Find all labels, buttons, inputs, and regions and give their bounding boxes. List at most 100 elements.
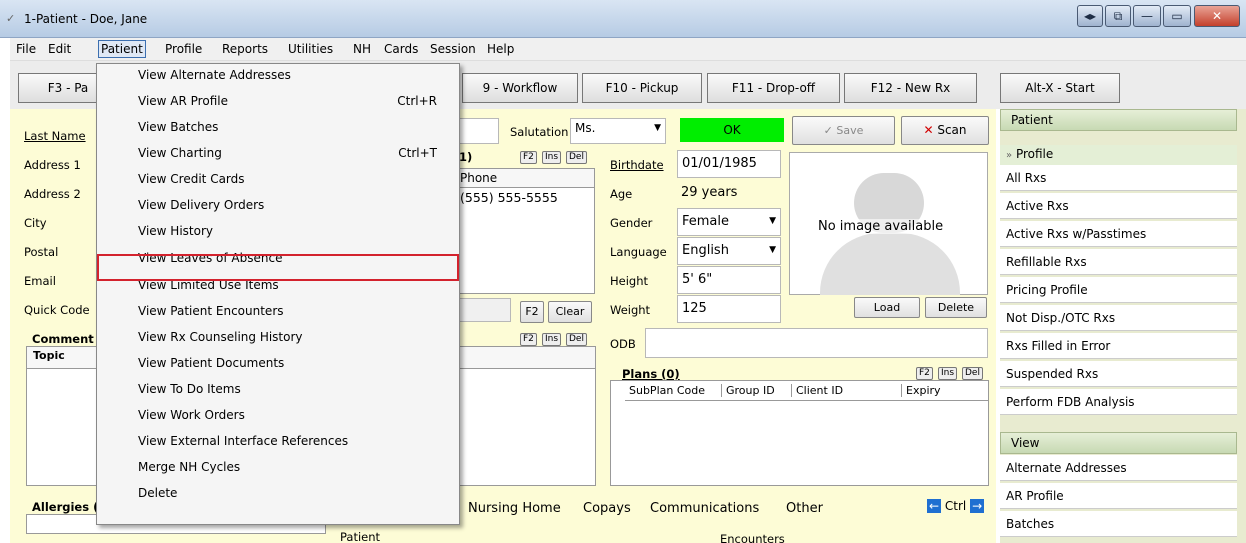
menu-item-view-to-do-items[interactable]: View To Do Items: [97, 375, 459, 401]
menu-session[interactable]: Session: [430, 42, 476, 56]
panel-item-alternate-addresses[interactable]: Alternate Addresses: [1000, 455, 1237, 481]
tab-nursing-home[interactable]: Nursing Home: [468, 496, 561, 522]
menu-item-view-work-orders[interactable]: View Work Orders: [97, 401, 459, 427]
arrow-right-icon[interactable]: →: [970, 499, 985, 513]
phone-cell[interactable]: (555) 555-5555: [460, 188, 594, 207]
menu-utilities[interactable]: Utilities: [288, 42, 333, 56]
panel-item-active-rxs-passtimes[interactable]: Active Rxs w/Passtimes: [1000, 221, 1237, 247]
panel-item-active-rxs[interactable]: Active Rxs: [1000, 193, 1237, 219]
panel-item-fdb-analysis[interactable]: Perform FDB Analysis: [1000, 389, 1237, 415]
f11-dropoff-button[interactable]: F11 - Drop-off: [707, 73, 840, 103]
address1-label: Address 1: [24, 158, 81, 172]
comments-f2-button[interactable]: F2: [520, 333, 537, 346]
weight-label: Weight: [610, 303, 651, 317]
alt-x-start-button[interactable]: Alt-X - Start: [1000, 73, 1120, 103]
menu-edit[interactable]: Edit: [48, 42, 71, 56]
last-name-input[interactable]: [459, 118, 499, 144]
menu-item-label: Delete: [138, 486, 178, 500]
menu-nh[interactable]: NH: [353, 42, 371, 56]
no-image-text: No image available: [818, 219, 944, 234]
menu-item-label: View Patient Documents: [138, 356, 285, 370]
salutation-select[interactable]: Ms. ▼: [570, 118, 666, 144]
menu-item-label: View History: [138, 224, 213, 238]
f9-workflow-button[interactable]: 9 - Workflow: [462, 73, 578, 103]
city-label: City: [24, 216, 47, 230]
panel-item-batches[interactable]: Batches: [1000, 511, 1237, 537]
tile-button[interactable]: ⧉: [1105, 5, 1131, 27]
panel-header-view[interactable]: View: [1000, 432, 1237, 454]
phone-f2-button[interactable]: F2: [520, 151, 537, 164]
plans-f2-button[interactable]: F2: [916, 367, 933, 380]
patient-photo: No image available: [789, 152, 988, 295]
odb-input[interactable]: [645, 328, 988, 358]
menu-item-view-ar-profile[interactable]: View AR Profile Ctrl+R: [97, 87, 459, 113]
gender-label: Gender: [610, 216, 653, 230]
load-photo-button[interactable]: Load: [854, 297, 920, 318]
tab-copays[interactable]: Copays: [583, 496, 631, 522]
panel-header-patient[interactable]: Patient: [1000, 109, 1237, 131]
menu-item-view-rx-counseling-history[interactable]: View Rx Counseling History: [97, 323, 459, 349]
panel-item-not-disp-otc[interactable]: Not Disp./OTC Rxs: [1000, 305, 1237, 331]
profile-header-label: Profile: [1015, 147, 1054, 161]
menu-item-label: View Work Orders: [138, 408, 245, 422]
menu-item-view-charting[interactable]: View Charting Ctrl+T: [97, 139, 459, 165]
menu-patient[interactable]: Patient: [98, 40, 146, 58]
maximize-button[interactable]: ▭: [1163, 5, 1191, 27]
arrow-left-icon[interactable]: ←: [927, 499, 942, 513]
menu-item-view-batches[interactable]: View Batches: [97, 113, 459, 139]
panel-item-rxs-filled-error[interactable]: Rxs Filled in Error: [1000, 333, 1237, 359]
language-select[interactable]: English ▼: [677, 237, 781, 265]
menu-item-label: View Charting: [138, 146, 222, 160]
tab-communications[interactable]: Communications: [650, 496, 759, 522]
panel-item-ar-profile[interactable]: AR Profile: [1000, 483, 1237, 509]
quick-code-f2-button[interactable]: F2: [520, 301, 544, 323]
plans-ins-button[interactable]: Ins: [938, 367, 958, 380]
clear-button[interactable]: Clear: [548, 301, 592, 323]
window-title: 1-Patient - Doe, Jane: [24, 12, 148, 26]
menu-item-view-delivery-orders[interactable]: View Delivery Orders: [97, 191, 459, 217]
panel-item-all-rxs[interactable]: All Rxs: [1000, 165, 1237, 191]
plans-del-button[interactable]: Del: [962, 367, 983, 380]
menu-item-view-alternate-addresses[interactable]: View Alternate Addresses: [97, 61, 459, 87]
menu-item-view-credit-cards[interactable]: View Credit Cards: [97, 165, 459, 191]
tab-other[interactable]: Other: [786, 496, 823, 522]
menu-item-view-external-interface-references[interactable]: View External Interface References: [97, 427, 459, 453]
f12-new-rx-button[interactable]: F12 - New Rx: [844, 73, 977, 103]
menu-item-delete[interactable]: Delete: [97, 479, 459, 505]
comments-ins-button[interactable]: Ins: [542, 333, 562, 346]
birthdate-input[interactable]: 01/01/1985: [677, 150, 781, 178]
panel-header-profile[interactable]: » Profile: [1000, 145, 1237, 165]
salutation-value: Ms.: [575, 121, 596, 135]
encounters-group-label: Encounters: [720, 532, 785, 543]
minimize-button[interactable]: —: [1133, 5, 1161, 27]
menu-help[interactable]: Help: [487, 42, 514, 56]
phone-del-button[interactable]: Del: [566, 151, 587, 164]
menu-item-view-patient-encounters[interactable]: View Patient Encounters: [97, 297, 459, 323]
menu-item-view-patient-documents[interactable]: View Patient Documents: [97, 349, 459, 375]
panel-item-suspended-rxs[interactable]: Suspended Rxs: [1000, 361, 1237, 387]
gender-select[interactable]: Female ▼: [677, 208, 781, 236]
panel-item-refillable-rxs[interactable]: Refillable Rxs: [1000, 249, 1237, 275]
menu-file[interactable]: File: [16, 42, 36, 56]
f10-pickup-button[interactable]: F10 - Pickup: [582, 73, 702, 103]
phone-ins-button[interactable]: Ins: [542, 151, 562, 164]
comments-del-button[interactable]: Del: [566, 333, 587, 346]
quick-code-input[interactable]: [459, 298, 511, 322]
close-button[interactable]: ✕: [1194, 5, 1240, 27]
weight-input[interactable]: 125: [677, 295, 781, 323]
menu-profile[interactable]: Profile: [165, 42, 202, 56]
phone-grid: Phone (555) 555-5555: [459, 168, 595, 294]
delete-photo-button[interactable]: Delete: [925, 297, 987, 318]
panel-item-pricing-profile[interactable]: Pricing Profile: [1000, 277, 1237, 303]
tab-scroll-control[interactable]: ← Ctrl →: [927, 499, 985, 513]
restore-nav-button[interactable]: ◂▸: [1077, 5, 1103, 27]
menu-item-view-history[interactable]: View History: [97, 217, 459, 243]
menu-item-merge-nh-cycles[interactable]: Merge NH Cycles: [97, 453, 459, 479]
height-input[interactable]: 5' 6": [677, 266, 781, 294]
birthdate-label: Birthdate: [610, 158, 664, 172]
save-button[interactable]: ✓ Save: [792, 116, 895, 145]
plans-header: Plans (0): [622, 367, 680, 381]
menu-reports[interactable]: Reports: [222, 42, 268, 56]
menu-cards[interactable]: Cards: [384, 42, 418, 56]
scan-button[interactable]: ✕ Scan: [901, 116, 989, 145]
